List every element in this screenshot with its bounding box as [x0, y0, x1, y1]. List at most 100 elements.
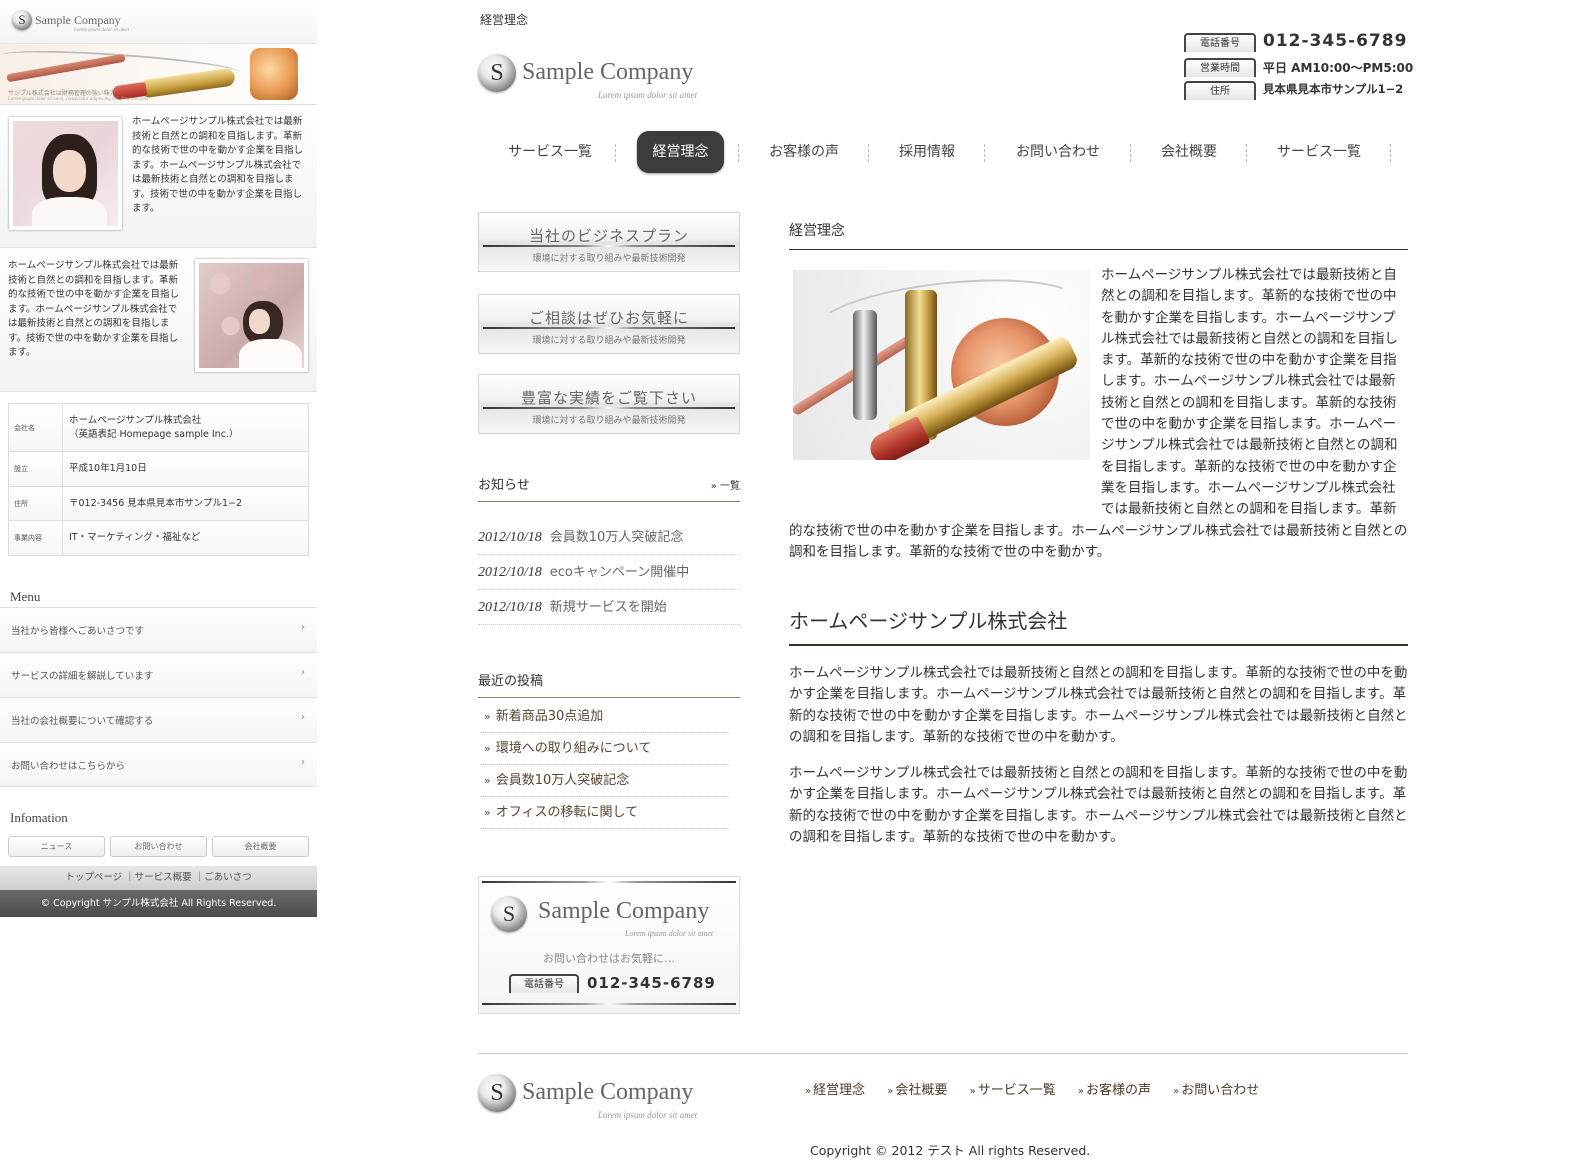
logo-tagline: Lorem ipsum dolor sit amet: [598, 90, 698, 100]
contact-note: お問い合わせはお気軽に…: [543, 952, 675, 965]
footer-copyright: Copyright © 2012 テスト All rights Reserved…: [810, 1143, 1091, 1158]
logo-wordmark: Sample Company: [522, 59, 694, 85]
sidebar-phone-number[interactable]: 012-345-6789: [587, 974, 716, 992]
company-value: 平成10年1月10日: [69, 463, 147, 474]
mobile-menu-item[interactable]: 当社から皆様へごあいさつです ›: [0, 607, 317, 652]
post-item[interactable]: » 会員数10万人突破記念: [480, 765, 730, 797]
post-item[interactable]: » 環境への取り組みについて: [480, 733, 730, 765]
logo-wordmark: Sample Company: [522, 1079, 694, 1105]
contact-phone-row: 電話番号 012-345-6789: [1184, 31, 1424, 54]
nav-item-company[interactable]: 会社概要: [1150, 131, 1228, 173]
mobile-intro-card-2: ホームページサンプル株式会社では最新技術と自然との調和を目指します。革新的な技術…: [0, 248, 317, 392]
logo-mark-icon: S: [478, 54, 516, 92]
logo-mark-icon: S: [478, 1074, 516, 1112]
double-chevron-icon: »: [805, 1086, 812, 1097]
news-heading: お知らせ » 一覧: [478, 474, 740, 502]
contact-button[interactable]: お問い合わせ: [110, 836, 207, 857]
footer-nav: » 経営理念 » 会社概要 » サービス一覧 » お客様の声 » お問い合わせ: [805, 1079, 1277, 1098]
nav-item-services-2[interactable]: サービス一覧: [1265, 131, 1373, 173]
mobile-preview: S Sample Company Lorem ipsum dolor sit a…: [0, 0, 317, 917]
company-value: 〒012-3456 見本県見本市サンプル1−2: [69, 497, 243, 509]
mobile-copyright: © Copyright サンプル株式会社 All Rights Reserved…: [0, 890, 317, 917]
post-item[interactable]: » オフィスの移転に関して: [480, 797, 730, 829]
logo-tagline: Lorem ipsum dolor sit amet: [74, 28, 130, 33]
address-label-badge: 住所: [1184, 81, 1256, 100]
logo-wordmark: Sample Company: [538, 898, 710, 924]
main-paragraph-1: ホームページサンプル株式会社では最新技術と自然との調和を目指します。革新的な技術…: [789, 267, 1408, 560]
double-chevron-icon: »: [1077, 1086, 1084, 1097]
hours-label-badge: 営業時間: [1184, 58, 1256, 77]
phone-label-badge: 電話番号: [509, 974, 579, 993]
double-chevron-icon: »: [484, 710, 491, 723]
mobile-intro-text-2: ホームページサンプル株式会社では最新技術と自然との調和を目指します。革新的な技術…: [8, 260, 180, 358]
header-contact: 電話番号 012-345-6789 営業時間 平日 AM10:00〜PM5:00…: [1184, 31, 1424, 100]
contact-address-row: 住所 見本県見本市サンプル1−2: [1184, 77, 1424, 100]
footer-link-philosophy[interactable]: 経営理念: [813, 1083, 865, 1098]
nav-item-recruit[interactable]: 採用情報: [888, 131, 966, 173]
phone-label-badge: 電話番号: [1184, 33, 1256, 52]
footer-link-testimonials[interactable]: お客様の声: [1086, 1083, 1151, 1098]
sidebar-contact-box[interactable]: S Sample Company Lorem ipsum dolor sit a…: [478, 876, 740, 1014]
post-item[interactable]: » 新着商品30点追加: [480, 701, 730, 733]
address: 見本県見本市サンプル1−2: [1263, 82, 1404, 96]
mobile-menu-item[interactable]: お問い合わせはこちらから ›: [0, 742, 317, 787]
footer-link-company[interactable]: 会社概要: [895, 1083, 947, 1098]
mobile-intro-card-1: ホームページサンプル株式会社では最新技術と自然との調和を目指します。革新的な技術…: [0, 105, 317, 248]
nav-item-testimonials[interactable]: お客様の声: [755, 131, 853, 173]
site-logo[interactable]: S Sample Company Lorem ipsum dolor sit a…: [478, 54, 708, 104]
news-item[interactable]: 2012/10/18 新規サービスを開始: [478, 590, 740, 625]
global-nav: サービス一覧 経営理念 お客様の声 採用情報 お問い合わせ 会社概要 サービス一…: [490, 131, 1410, 173]
recent-posts-heading: 最近の投稿: [478, 670, 740, 698]
footer-divider: [478, 1053, 1408, 1054]
double-chevron-icon: »: [484, 742, 491, 755]
nav-item-philosophy[interactable]: 経営理念: [637, 131, 724, 173]
company-button[interactable]: 会社概要: [212, 836, 309, 857]
logo-mark-icon: S: [12, 10, 32, 30]
footer-link-services[interactable]: サービス一覧: [978, 1083, 1056, 1098]
mobile-hero-banner: サンプル株式会社は財務管理の強い味方 Lorem ipsum dolor sit…: [0, 44, 317, 105]
logo-tagline: Lorem ipsum dolor sit amet: [598, 1110, 698, 1120]
footer-logo[interactable]: S Sample Company Lorem ipsum dolor sit a…: [478, 1074, 708, 1124]
consultation-banner[interactable]: ご相談はぜひお気軽に 環境に対する取り組みや最新技術開発: [478, 294, 740, 354]
nav-item-services[interactable]: サービス一覧: [496, 131, 604, 173]
mobile-menu: 当社から皆様へごあいさつです › サービスの詳細を解説しています › 当社の会社概要…: [0, 607, 317, 787]
main-heading: 経営理念: [789, 220, 1408, 250]
chevron-right-icon: ›: [301, 712, 305, 723]
mobile-company-table: 会社名 ホームページサンプル株式会社 （英語表記 Homepage sample…: [8, 403, 309, 556]
company-key: 会社名: [9, 404, 63, 451]
sidebar-logo: S Sample Company Lorem ipsum dolor sit a…: [491, 896, 731, 946]
logo-wordmark: Sample Company: [35, 13, 121, 27]
footer-link-contact[interactable]: お問い合わせ: [1181, 1083, 1259, 1098]
section-heading: ホームページサンプル株式会社: [789, 605, 1408, 646]
company-key: 設立: [9, 452, 63, 486]
news-item[interactable]: 2012/10/18 ecoキャンペーン開催中: [478, 555, 740, 590]
news-button[interactable]: ニュース: [8, 836, 105, 857]
achievements-banner[interactable]: 豊富な実績をご覧下さい 環境に対する取り組みや最新技術開発: [478, 374, 740, 434]
nav-item-contact[interactable]: お問い合わせ: [1002, 131, 1114, 173]
mobile-info-title: Infomation: [10, 810, 68, 825]
mobile-footer-links[interactable]: トップページ ｜サービス概要 ｜ごあいさつ: [0, 866, 317, 890]
company-row: 事業内容 IT・マーケティング・福祉など: [9, 521, 308, 555]
hero-caption: サンプル株式会社は財務管理の強い味方: [8, 90, 116, 97]
company-value: ホームページサンプル株式会社: [69, 414, 202, 426]
double-chevron-icon: »: [969, 1086, 976, 1097]
news-item[interactable]: 2012/10/18 会員数10万人突破記念: [478, 520, 740, 555]
main-paragraph-3: ホームページサンプル株式会社では最新技術と自然との調和を目指します。革新的な技術…: [789, 765, 1408, 845]
mobile-menu-item[interactable]: 当社の会社概要について確認する ›: [0, 697, 317, 742]
company-row: 会社名 ホームページサンプル株式会社 （英語表記 Homepage sample…: [9, 404, 308, 452]
chevron-right-icon: ›: [301, 622, 305, 633]
chevron-right-icon: ›: [301, 667, 305, 678]
company-key: 住所: [9, 487, 63, 520]
double-chevron-icon: »: [484, 806, 491, 819]
mobile-menu-item[interactable]: サービスの詳細を解説しています ›: [0, 652, 317, 697]
business-plan-banner[interactable]: 当社のビジネスプラン 環境に対する取り組みや最新技術開発: [478, 212, 740, 272]
mobile-logo[interactable]: S Sample Company Lorem ipsum dolor sit a…: [12, 10, 132, 36]
company-value-sub: （英語表記 Homepage sample Inc.）: [69, 428, 239, 440]
portrait-photo: [9, 117, 122, 230]
double-chevron-icon: »: [1173, 1086, 1180, 1097]
mobile-intro-text-1: ホームページサンプル株式会社では最新技術と自然との調和を目指します。革新的な技術…: [132, 116, 304, 214]
phone-number[interactable]: 012-345-6789: [1263, 31, 1407, 51]
news-more-link[interactable]: » 一覧: [711, 477, 740, 492]
company-row: 設立 平成10年1月10日: [9, 452, 308, 487]
company-value: IT・マーケティング・福祉など: [69, 532, 201, 543]
